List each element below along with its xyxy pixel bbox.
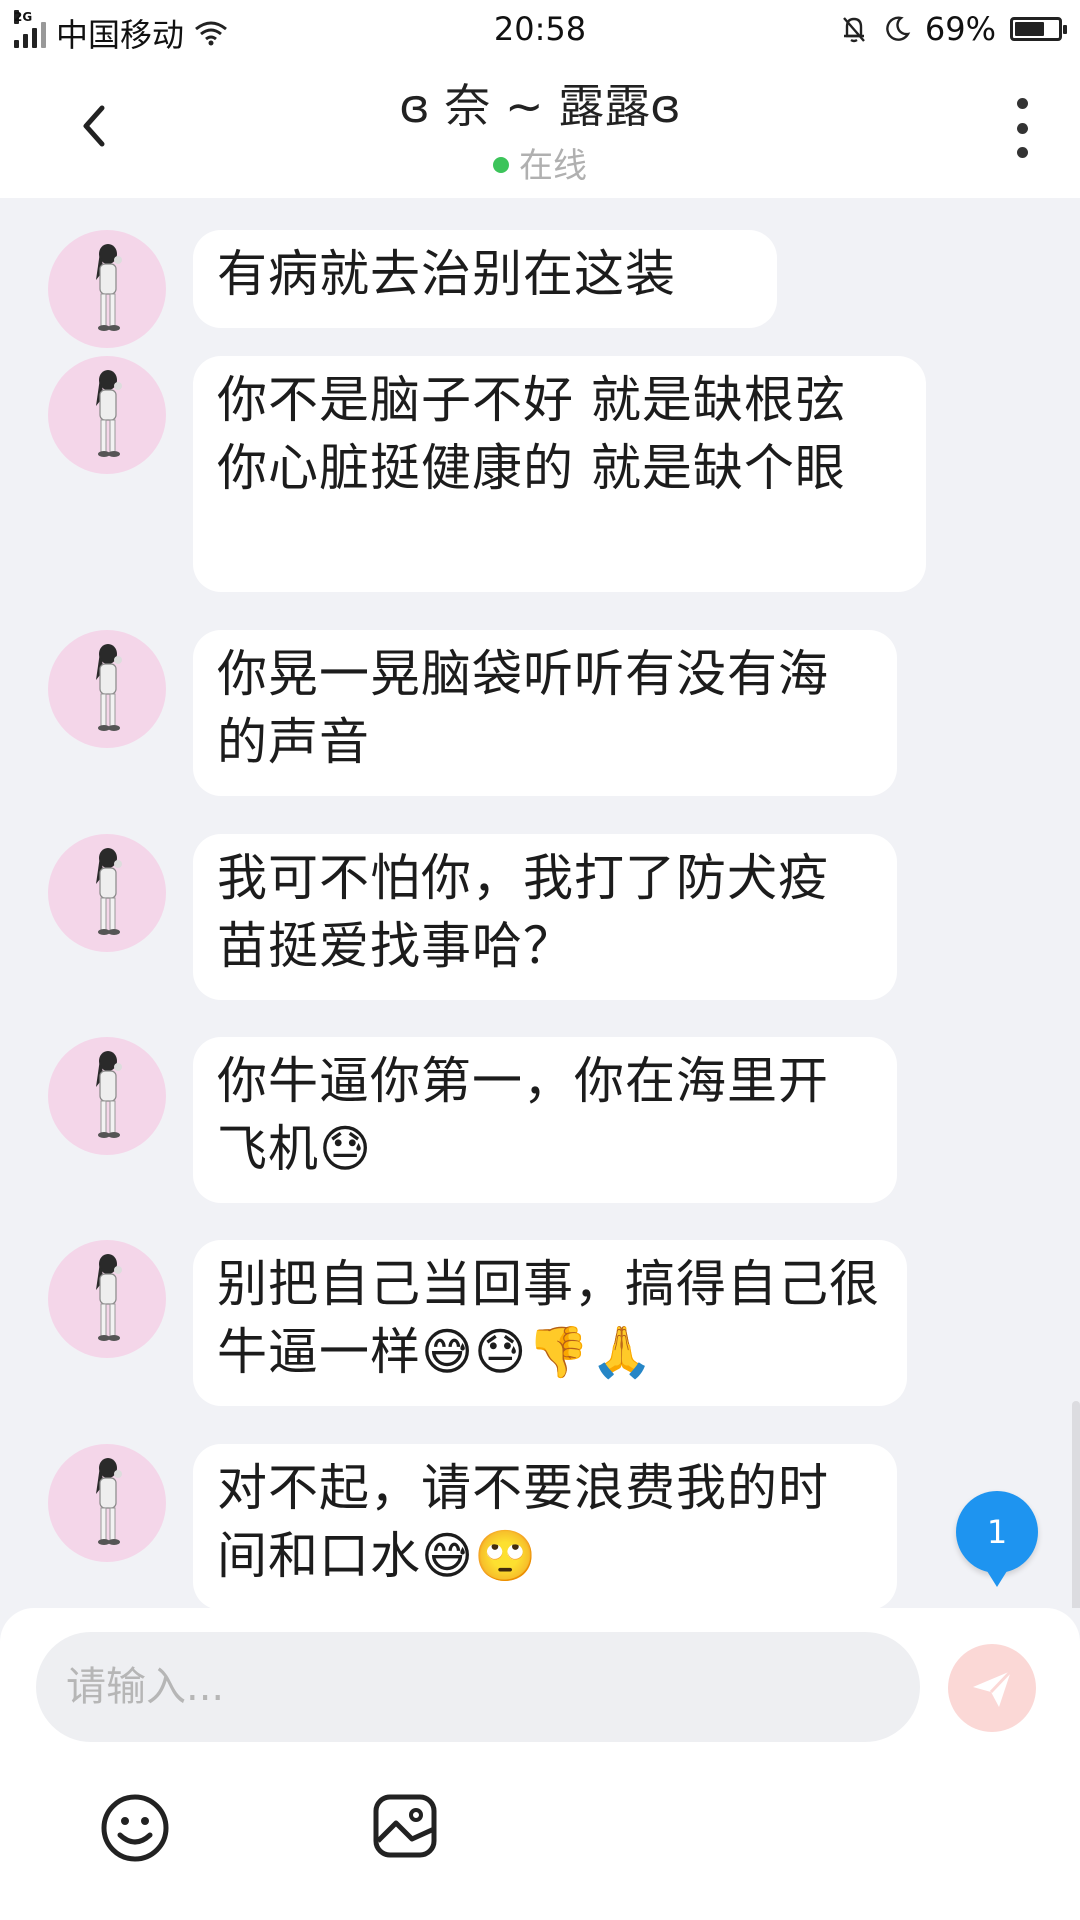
avatar[interactable]: [48, 230, 166, 348]
message-bubble[interactable]: 对不起，请不要浪费我的时间和口水😅🙄: [193, 1444, 897, 1608]
status-right: 69%: [839, 10, 1067, 48]
battery-percent: 69%: [924, 10, 996, 48]
avatar[interactable]: [48, 1444, 166, 1562]
presence-label: 在线: [519, 146, 587, 186]
avatar[interactable]: [48, 1240, 166, 1358]
unread-count-badge[interactable]: 1: [956, 1491, 1038, 1587]
send-icon: [973, 1669, 1013, 1707]
battery-icon: [1010, 17, 1067, 41]
send-button[interactable]: [948, 1644, 1036, 1732]
battery-fill: [1015, 22, 1044, 36]
message-bubble[interactable]: 你牛逼你第一，你在海里开飞机😓: [193, 1037, 897, 1203]
mute-bell-icon: [842, 17, 865, 43]
chat-header: ɞ 奈 ~ 露露ɞ 在线: [0, 58, 1080, 198]
message-bubble[interactable]: 我可不怕你，我打了防犬疫苗挺爱找事哈？: [193, 834, 897, 1000]
avatar[interactable]: [48, 356, 166, 474]
message-input[interactable]: [36, 1632, 920, 1742]
avatar-figure-icon: [96, 370, 122, 457]
avatar-figure-icon: [96, 244, 122, 331]
image-icon[interactable]: [372, 1793, 438, 1859]
avatar-figure-icon: [96, 1051, 122, 1138]
avatar-figure-icon: [96, 1458, 122, 1545]
avatar-figure-icon: [96, 644, 122, 731]
message-bubble[interactable]: 你晃一晃脑袋听听有没有海的声音: [193, 630, 897, 796]
status-bar: 2G 中国移动 20:58 69%: [0, 0, 1080, 58]
presence-status: 在线: [0, 138, 1080, 187]
avatar-figure-icon: [96, 1254, 122, 1341]
emoji-icon[interactable]: [100, 1793, 170, 1863]
message-bubble[interactable]: 你不是脑子不好 就是缺根弦 你心脏挺健康的 就是缺个眼: [193, 356, 926, 592]
avatar[interactable]: [48, 630, 166, 748]
message-bubble[interactable]: 有病就去治别在这装: [193, 230, 777, 328]
avatar[interactable]: [48, 834, 166, 952]
avatar-figure-icon: [96, 848, 122, 935]
message-list[interactable]: 有病就去治别在这装 你不是脑子不好 就是缺根弦 你心脏挺健康的 就是缺个眼 你晃…: [0, 198, 1080, 1608]
message-bubble[interactable]: 别把自己当回事，搞得自己很牛逼一样😅😓👎🙏: [193, 1240, 907, 1406]
composer-panel: [0, 1608, 1080, 1920]
scrollbar-thumb[interactable]: [1072, 1401, 1080, 1608]
chat-title[interactable]: ɞ 奈 ~ 露露ɞ: [0, 70, 1080, 136]
moon-icon: [886, 16, 911, 41]
more-icon[interactable]: [1010, 98, 1034, 158]
online-dot-icon: [493, 156, 509, 173]
avatar[interactable]: [48, 1037, 166, 1155]
